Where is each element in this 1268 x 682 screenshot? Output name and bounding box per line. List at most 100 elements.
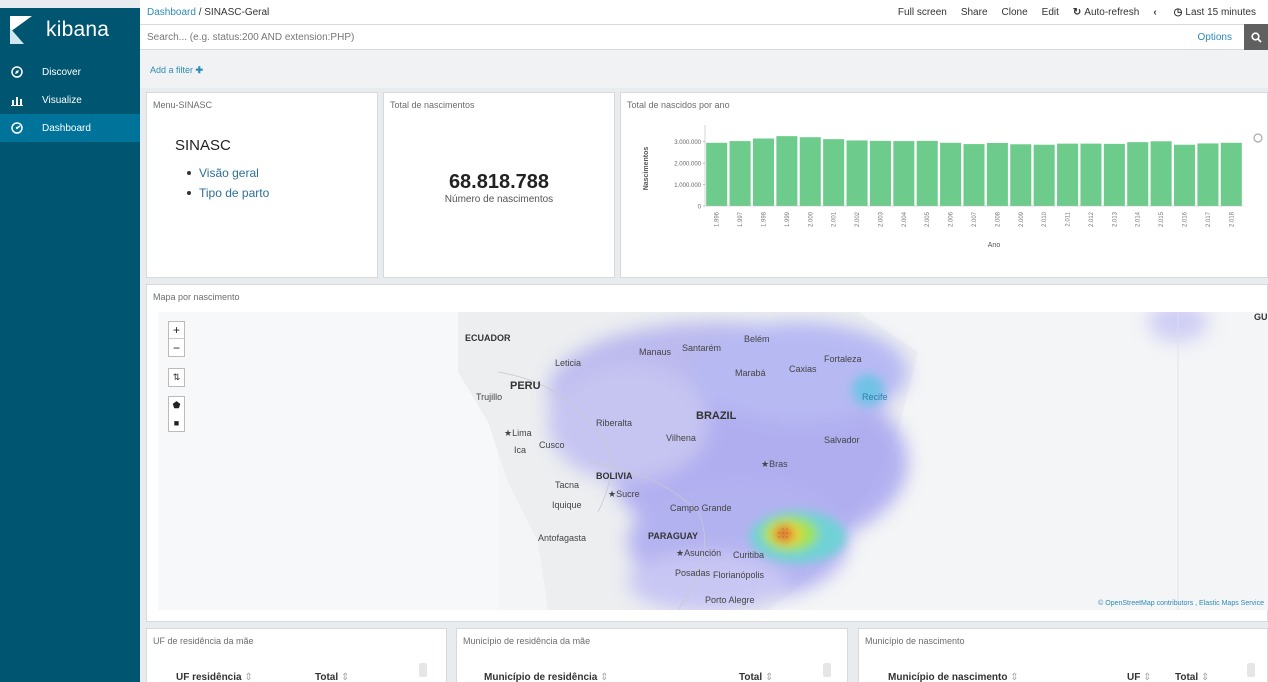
panel-title: Município de residência da mãe	[463, 636, 591, 646]
x-tick-label: 2.006	[949, 211, 955, 227]
app-name: kibana	[46, 18, 110, 41]
clone-button[interactable]: Clone	[1002, 7, 1028, 18]
zoom-out-button[interactable]: −	[169, 339, 184, 356]
scrollbar[interactable]	[419, 663, 427, 677]
share-button[interactable]: Share	[961, 7, 988, 18]
scrollbar[interactable]	[1247, 663, 1255, 677]
bar-2.009	[1010, 144, 1032, 206]
column-header-total[interactable]: Total ⇕	[1175, 672, 1209, 682]
compass-icon	[10, 65, 24, 79]
map-label-city: Salvador	[824, 435, 860, 445]
map-label-city: Riberalta	[596, 418, 633, 428]
auto-refresh-button[interactable]: ↻ Auto-refresh	[1073, 7, 1139, 18]
column-header-municipio[interactable]: Município de residência ⇕	[484, 672, 609, 682]
map-label-country: BRAZIL	[696, 410, 737, 422]
sidebar-item-dashboard[interactable]: Dashboard	[0, 114, 140, 142]
panel-mapa-nascimento: Mapa por nascimento + − ⇅ ⬟ ■ ECUADOR PE…	[146, 284, 1268, 622]
column-header-total[interactable]: Total ⇕	[739, 672, 773, 682]
map-label-city: ★Asunción	[676, 548, 722, 558]
add-filter-button[interactable]: Add a filter ✚	[150, 65, 203, 76]
fit-bounds-button[interactable]: ⇅	[168, 368, 185, 387]
auto-refresh-label: Auto-refresh	[1084, 6, 1140, 18]
x-tick-label: 2.017	[1206, 211, 1212, 227]
y-tick-label: 2.000.000	[674, 162, 701, 168]
fullscreen-button[interactable]: Full screen	[898, 7, 947, 18]
x-axis-label: Ano	[988, 242, 1001, 249]
x-tick-label: 1.997	[738, 211, 744, 227]
metric-label: Número de nascimentos	[444, 194, 554, 205]
clock-icon: ◷	[1173, 6, 1183, 18]
map-label-city: Caxias	[789, 364, 817, 374]
map-label-country: PARAGUAY	[648, 531, 699, 541]
sidebar-item-discover[interactable]: Discover	[0, 58, 140, 86]
panel-title: Total de nascimentos	[390, 100, 475, 110]
x-tick-label: 1.996	[715, 211, 721, 227]
column-header-uf[interactable]: UF residência ⇕	[176, 672, 253, 682]
column-header-total[interactable]: Total ⇕	[315, 672, 349, 682]
map-base	[158, 312, 1208, 610]
map-label-city: Vilhena	[666, 433, 696, 443]
sort-icon: ⇕	[340, 672, 350, 682]
map-label-city: Fortaleza	[824, 354, 862, 364]
draw-polygon-icon[interactable]: ⬟	[169, 397, 184, 414]
map-label-city: Porto Alegre	[705, 595, 755, 605]
bar-2.008	[986, 143, 1008, 206]
menu-link-visao-geral[interactable]: Visão geral	[187, 163, 269, 183]
bar-2.001	[823, 139, 845, 206]
panel-title: UF de residência da mãe	[153, 636, 254, 646]
edit-button[interactable]: Edit	[1042, 7, 1059, 18]
bar-2.017	[1197, 143, 1219, 206]
sort-icon: ⇕	[600, 672, 609, 682]
map-canvas[interactable]: + − ⇅ ⬟ ■ ECUADOR PERU BRAZIL BOLIVIA PA…	[158, 312, 1268, 610]
x-tick-label: 2.000	[808, 211, 814, 227]
panel-total-nascimentos: Total de nascimentos 68.818.788 Número d…	[383, 92, 615, 278]
x-tick-label: 2.005	[925, 211, 931, 227]
dashboard-icon	[10, 121, 24, 135]
y-tick-label: 0	[698, 205, 702, 211]
options-link[interactable]: Options	[1198, 32, 1232, 43]
x-tick-label: 2.003	[878, 211, 884, 227]
map-label-city: Ica	[514, 445, 527, 455]
map-label-city: Marabá	[735, 368, 766, 378]
kibana-logo[interactable]: kibana	[0, 8, 140, 52]
menu-link-tipo-de-parto[interactable]: Tipo de parto	[187, 183, 269, 203]
map-label-city: Cusco	[539, 440, 565, 450]
bar-1.997	[729, 141, 751, 206]
zoom-in-button[interactable]: +	[169, 322, 184, 339]
kibana-logo-icon	[10, 16, 32, 44]
time-picker-button[interactable]: ◷ Last 15 minutes	[1174, 7, 1256, 18]
x-tick-label: 2.014	[1136, 211, 1142, 227]
map-label-city: Campo Grande	[670, 503, 732, 513]
map-label-city: Manaus	[639, 347, 672, 357]
map-label-country: PERU	[510, 380, 541, 392]
panel-title: Menu-SINASC	[153, 100, 213, 110]
x-tick-label: 2.002	[855, 211, 861, 227]
x-tick-label: 2.018	[1229, 211, 1235, 227]
map-label-city: Trujillo	[476, 392, 503, 402]
scrollbar[interactable]	[823, 663, 831, 677]
map-label-city: Santarém	[682, 343, 722, 353]
map-label-city: Belém	[744, 334, 770, 344]
menu-link-list: Visão geral Tipo de parto	[187, 163, 269, 203]
chevron-left-icon[interactable]: ‹	[1153, 7, 1159, 18]
filter-bar: Add a filter ✚	[140, 50, 1268, 88]
map-attribution-link[interactable]: © OpenStreetMap contributors , Elastic M…	[1098, 600, 1264, 607]
bar-1.998	[752, 138, 775, 206]
search-button[interactable]	[1244, 24, 1268, 50]
column-header-municipio[interactable]: Município de nascimento ⇕	[888, 672, 1019, 682]
map-label-country: GU	[1254, 312, 1268, 322]
sort-icon: ⇕	[764, 672, 774, 682]
map-label-city: Tacna	[555, 480, 580, 490]
add-filter-label: Add a filter	[150, 65, 194, 75]
bar-2.018	[1220, 142, 1242, 206]
x-tick-label: 2.012	[1089, 211, 1095, 227]
map-label-country: BOLIVIA	[596, 471, 633, 481]
breadcrumb-dashboard-link[interactable]: Dashboard	[147, 7, 196, 18]
bar-2.007	[963, 144, 985, 206]
draw-rectangle-icon[interactable]: ■	[169, 414, 184, 431]
x-tick-label: 1.998	[761, 211, 767, 227]
search-input[interactable]	[140, 26, 1198, 48]
sort-icon: ⇕	[1200, 672, 1210, 682]
column-header-uf[interactable]: UF ⇕	[1127, 672, 1152, 682]
sidebar-item-visualize[interactable]: Visualize	[0, 86, 140, 114]
